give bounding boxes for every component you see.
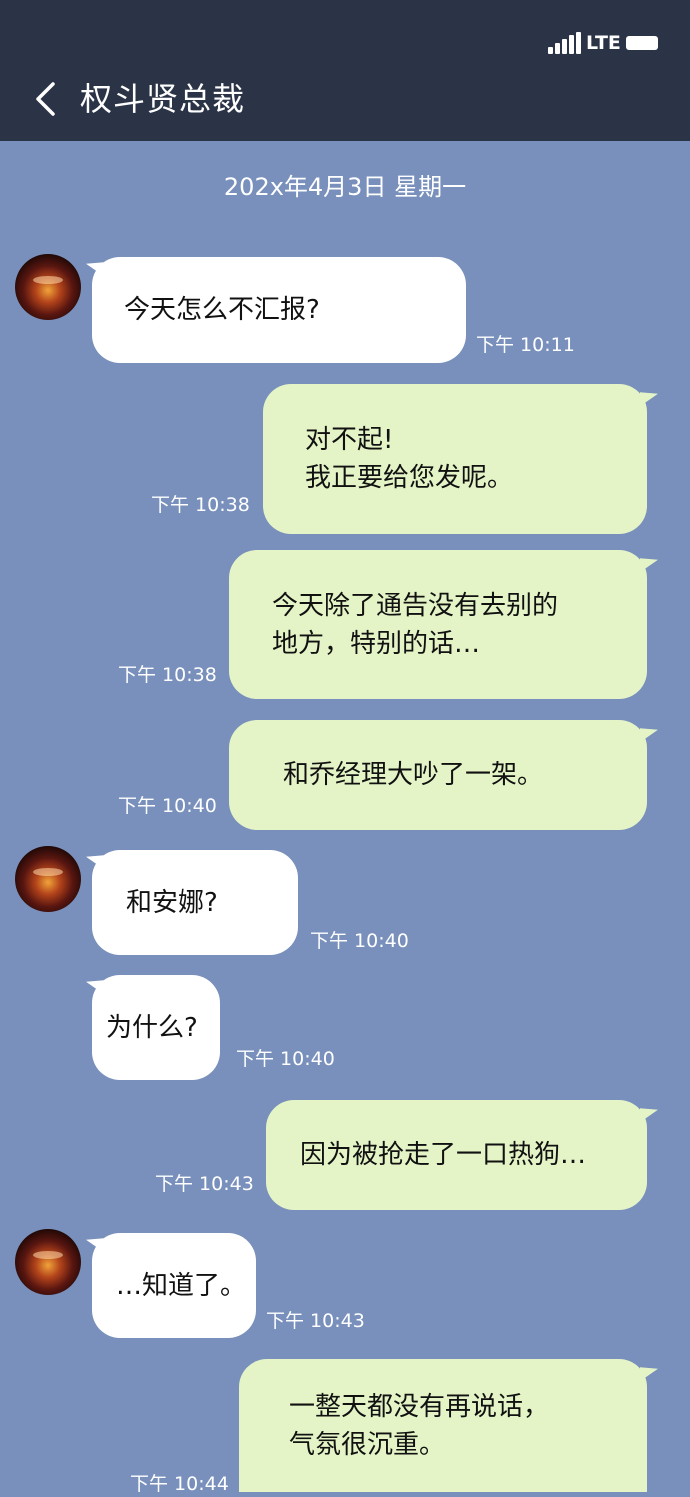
- message-bubble[interactable]: 今天怎么不汇报?: [92, 257, 466, 363]
- message-bubble[interactable]: 一整天都没有再说话， 气氛很沉重。: [239, 1359, 647, 1492]
- chat-header: LTE 权斗贤总裁: [0, 0, 690, 141]
- message-time: 下午 10:43: [155, 1173, 254, 1195]
- contact-avatar[interactable]: [15, 254, 81, 320]
- message-text: 为什么?: [106, 1012, 198, 1043]
- message-bubble[interactable]: 对不起! 我正要给您发呢。: [263, 384, 647, 534]
- message-time: 下午 10:44: [130, 1473, 229, 1495]
- message-bubble[interactable]: 和安娜?: [92, 850, 298, 955]
- message-time: 下午 10:11: [476, 334, 575, 356]
- back-chevron-icon[interactable]: [34, 82, 56, 116]
- message-text: 和安娜?: [126, 887, 218, 918]
- message-text: 和乔经理大吵了一架。: [283, 760, 544, 790]
- message-text: 今天除了通告没有去别的 地方，特别的话…: [272, 590, 559, 659]
- message-text: 对不起! 我正要给您发呢。: [305, 425, 514, 493]
- signal-icon: [548, 32, 582, 54]
- message-text: 今天怎么不汇报?: [124, 295, 320, 325]
- message-time: 下午 10:40: [236, 1048, 335, 1070]
- message-text: …知道了。: [116, 1270, 247, 1301]
- message-time: 下午 10:38: [151, 494, 250, 516]
- status-bar: LTE: [548, 32, 660, 54]
- message-time: 下午 10:43: [266, 1310, 365, 1332]
- message-time: 下午 10:38: [118, 664, 217, 686]
- message-bubble[interactable]: …知道了。: [92, 1233, 256, 1338]
- message-text: 因为被抢走了一口热狗…: [300, 1140, 587, 1170]
- contact-avatar[interactable]: [15, 1229, 81, 1295]
- message-text: 一整天都没有再说话， 气氛很沉重。: [289, 1391, 550, 1460]
- message-bubble[interactable]: 和乔经理大吵了一架。: [229, 720, 647, 830]
- battery-icon: [626, 36, 658, 50]
- message-bubble[interactable]: 因为被抢走了一口热狗…: [266, 1100, 647, 1210]
- chat-title: 权斗贤总裁: [80, 80, 246, 118]
- message-time: 下午 10:40: [118, 795, 217, 817]
- message-bubble[interactable]: 为什么?: [92, 975, 220, 1080]
- contact-avatar[interactable]: [15, 846, 81, 912]
- network-label: LTE: [586, 32, 621, 54]
- message-time: 下午 10:40: [310, 930, 409, 952]
- message-bubble[interactable]: 今天除了通告没有去别的 地方，特别的话…: [229, 550, 647, 699]
- date-separator: 202x年4月3日 星期一: [223, 173, 467, 201]
